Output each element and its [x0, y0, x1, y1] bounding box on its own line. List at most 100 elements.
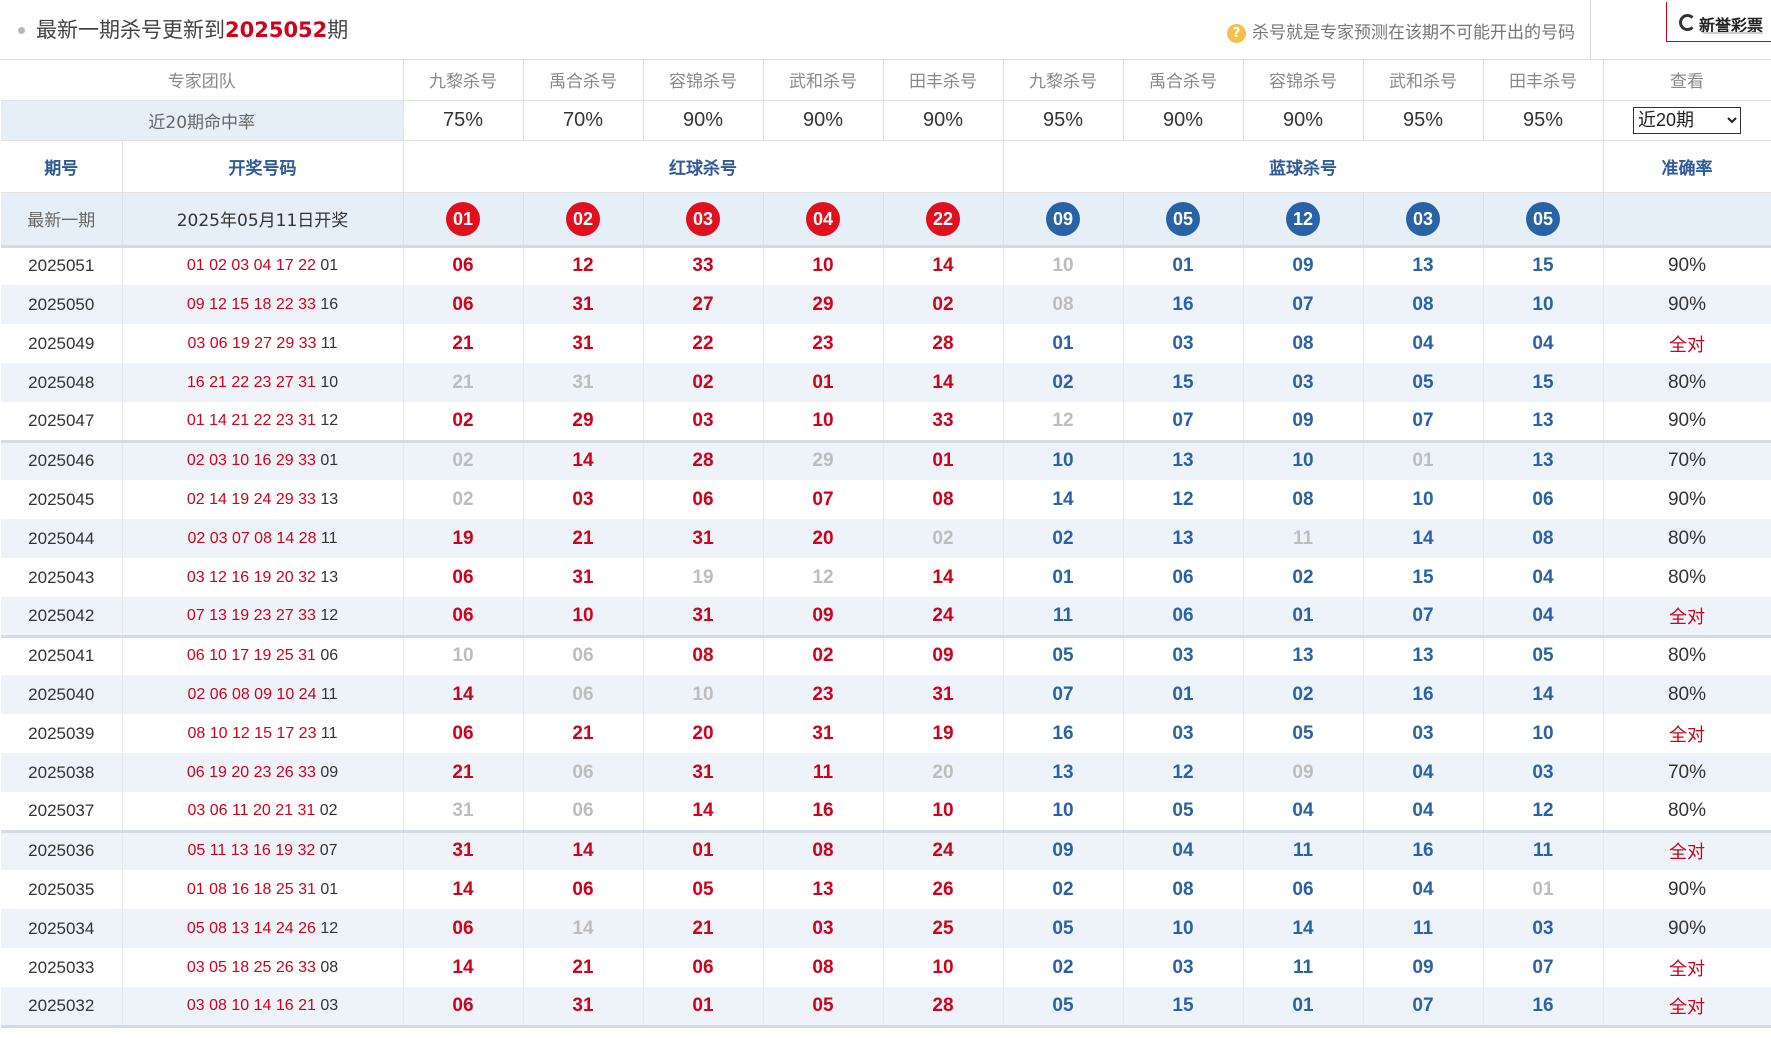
site-logo[interactable]: 新誉彩票	[1666, 2, 1771, 42]
blue-kill-number: 13	[1003, 753, 1124, 792]
blue-kill-number: 09	[1363, 948, 1484, 987]
red-kill-number: 06	[403, 246, 524, 285]
accuracy-value: 80%	[1603, 792, 1771, 833]
red-kill-number: 10	[523, 597, 644, 638]
draw-blue-number: 11	[320, 685, 338, 703]
blue-kill-number: 07	[1483, 948, 1604, 987]
blue-kill-number: 02	[1003, 363, 1124, 402]
accuracy-value: 全对	[1603, 948, 1771, 987]
expert-column-header: 田丰杀号	[883, 60, 1004, 101]
hit-rate-value: 95%	[1363, 100, 1484, 141]
draw-red-numbers: 05 08 13 14 24 26	[186, 919, 316, 937]
blue-kill-number: 03	[1363, 714, 1484, 753]
red-kill-number: 06	[403, 597, 524, 638]
red-kill-number: 09	[763, 597, 884, 638]
blue-kill-number: 16	[1363, 675, 1484, 714]
issue-number: 2025044	[1, 519, 123, 558]
red-kill-number: 02	[883, 519, 1004, 558]
blue-kill-number: 09	[1243, 246, 1364, 285]
blue-kill-ball: 12	[1286, 201, 1320, 236]
team-label: 专家团队	[1, 60, 404, 101]
draw-numbers: 01 14 21 22 23 31 12	[122, 402, 404, 443]
draw-blue-number: 12	[320, 606, 339, 624]
red-kill-number: 05	[643, 870, 764, 909]
latest-issue-number: 2025052	[225, 18, 328, 42]
draw-red-numbers: 07 13 19 23 27 33	[186, 606, 316, 624]
blue-kill-number: 13	[1363, 636, 1484, 675]
hit-rate-value: 90%	[1123, 100, 1244, 141]
history-row: 2025034 05 08 13 14 24 26 12 06 14 21 03 25 05 1…	[1, 909, 1771, 948]
draw-blue-number: 13	[320, 490, 339, 508]
section-header-row: 期号 开奖号码 红球杀号 蓝球杀号 准确率	[1, 140, 1771, 193]
blue-kill-number: 04	[1483, 324, 1604, 363]
red-kill-number: 06	[643, 480, 764, 519]
red-kill-number: 19	[643, 558, 764, 597]
blue-kill-number: 01	[1003, 324, 1124, 363]
draw-blue-number: 10	[320, 373, 339, 391]
red-kill-number: 03	[763, 909, 884, 948]
red-kill-number: 01	[763, 363, 884, 402]
blue-kill-number: 05	[1003, 987, 1124, 1028]
red-kill-number: 01	[643, 987, 764, 1028]
red-kill-number: 10	[883, 792, 1004, 833]
red-kill-number: 31	[643, 519, 764, 558]
blue-kill-number: 02	[1003, 519, 1124, 558]
draw-blue-number: 11	[320, 529, 338, 547]
history-row: 2025048 16 21 22 23 27 31 10 21 31 02 01 14 02 1…	[1, 363, 1771, 402]
red-kill-number: 31	[523, 987, 644, 1028]
blue-kill-number: 14	[1363, 519, 1484, 558]
blue-kill-number: 10	[1003, 441, 1124, 480]
draw-numbers: 01 02 03 04 17 22 01	[122, 246, 404, 285]
blue-kill-number: 15	[1123, 987, 1244, 1028]
blue-kill-number: 07	[1363, 597, 1484, 638]
issue-number: 2025036	[1, 831, 123, 870]
blue-kill-number: 15	[1483, 363, 1604, 402]
hit-rate-value: 95%	[1483, 100, 1604, 141]
draw-red-numbers: 02 03 07 08 14 28	[187, 529, 317, 547]
latest-prediction-row: 最新一期 2025年05月11日开奖 01 02 03 04 22 09 05 …	[1, 192, 1771, 248]
blue-kill-ball: 03	[1406, 201, 1440, 236]
latest-accuracy-empty	[1603, 192, 1771, 248]
draw-numbers: 03 06 11 20 21 31 02	[122, 792, 404, 833]
blue-kill-ball: 05	[1166, 201, 1200, 236]
blue-kill-number: 11	[1243, 948, 1364, 987]
expert-column-header: 九黎杀号	[1003, 60, 1124, 101]
blue-kill-number: 15	[1123, 363, 1244, 402]
draw-blue-number: 12	[320, 919, 339, 937]
blue-kill-number: 11	[1243, 831, 1364, 870]
blue-kill-number: 04	[1363, 792, 1484, 833]
accuracy-value: 全对	[1603, 831, 1771, 870]
red-kill-number: 31	[403, 792, 524, 833]
expert-column-header: 容锦杀号	[1243, 60, 1364, 101]
blue-kill-number: 04	[1483, 558, 1604, 597]
bullet-dot-icon	[18, 27, 25, 34]
blue-kill-number: 01	[1123, 675, 1244, 714]
draw-red-numbers: 03 12 16 19 20 32	[186, 568, 316, 586]
red-kill-number: 12	[523, 246, 644, 285]
blue-kill-number: 09	[1243, 402, 1364, 443]
blue-kill-number: 12	[1483, 792, 1604, 833]
red-kill-ball: 02	[566, 201, 600, 236]
issue-number: 2025040	[1, 675, 123, 714]
blue-kill-number: 13	[1483, 402, 1604, 443]
expert-column-header: 容锦杀号	[643, 60, 764, 101]
blue-kill-number: 05	[1483, 636, 1604, 675]
blue-kill-number: 01	[1243, 597, 1364, 638]
draw-numbers: 06 10 17 19 25 31 06	[122, 636, 404, 675]
period-select-cell: 近20期	[1603, 100, 1771, 141]
blue-kill-number: 13	[1123, 441, 1244, 480]
red-kill-number: 13	[763, 870, 884, 909]
blue-kill-header: 蓝球杀号	[1003, 140, 1604, 193]
red-kill-ball: 03	[686, 201, 720, 236]
history-row: 2025049 03 06 19 27 29 33 11 21 31 22 23 28 01 0…	[1, 324, 1771, 363]
red-kill-number: 14	[523, 909, 644, 948]
blue-kill-number: 14	[1483, 675, 1604, 714]
blue-kill-number: 04	[1363, 753, 1484, 792]
blue-kill-number: 04	[1243, 792, 1364, 833]
period-select[interactable]: 近20期	[1633, 106, 1741, 134]
red-kill-number: 31	[523, 285, 644, 324]
blue-kill-number: 05	[1363, 363, 1484, 402]
draw-numbers: 05 11 13 16 19 32 07	[122, 831, 404, 870]
blue-kill-number: 13	[1123, 519, 1244, 558]
red-kill-ball: 01	[446, 201, 480, 236]
